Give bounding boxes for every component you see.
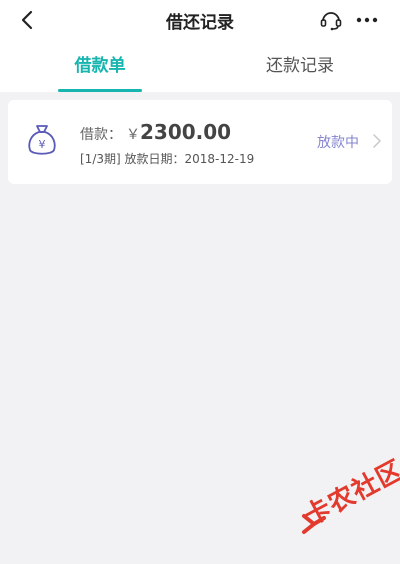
loan-amount-label: 借款： xyxy=(80,127,122,143)
currency-symbol: ￥ xyxy=(126,127,140,143)
customer-service-icon[interactable] xyxy=(318,7,344,33)
nav-bar: 借还记录 xyxy=(0,0,400,40)
svg-text:¥: ¥ xyxy=(39,138,46,151)
chevron-right-icon xyxy=(373,134,381,148)
loan-amount-value: 2300.00 xyxy=(140,120,232,144)
more-icon[interactable] xyxy=(354,7,380,33)
watermark-text: 卡农社区 xyxy=(299,454,400,533)
loan-detail: [1/3期] 放款日期：2018-12-19 xyxy=(80,152,255,166)
loan-record-card[interactable]: ¥ 借款： ￥2300.00 [1/3期] 放款日期：2018-12-19 放款中 xyxy=(8,100,392,184)
tab-loan-orders[interactable]: 借款单 xyxy=(0,40,200,92)
watermark: 卡农社区 xyxy=(292,455,400,564)
tab-repayment-records[interactable]: 还款记录 xyxy=(200,40,400,92)
loan-status: 放款中 xyxy=(317,135,359,151)
tab-bar: 借款单 还款记录 xyxy=(0,40,400,92)
active-tab-indicator xyxy=(58,89,142,92)
loan-amount-row: 借款： ￥2300.00 xyxy=(80,120,231,144)
money-bag-icon: ¥ xyxy=(28,125,56,155)
